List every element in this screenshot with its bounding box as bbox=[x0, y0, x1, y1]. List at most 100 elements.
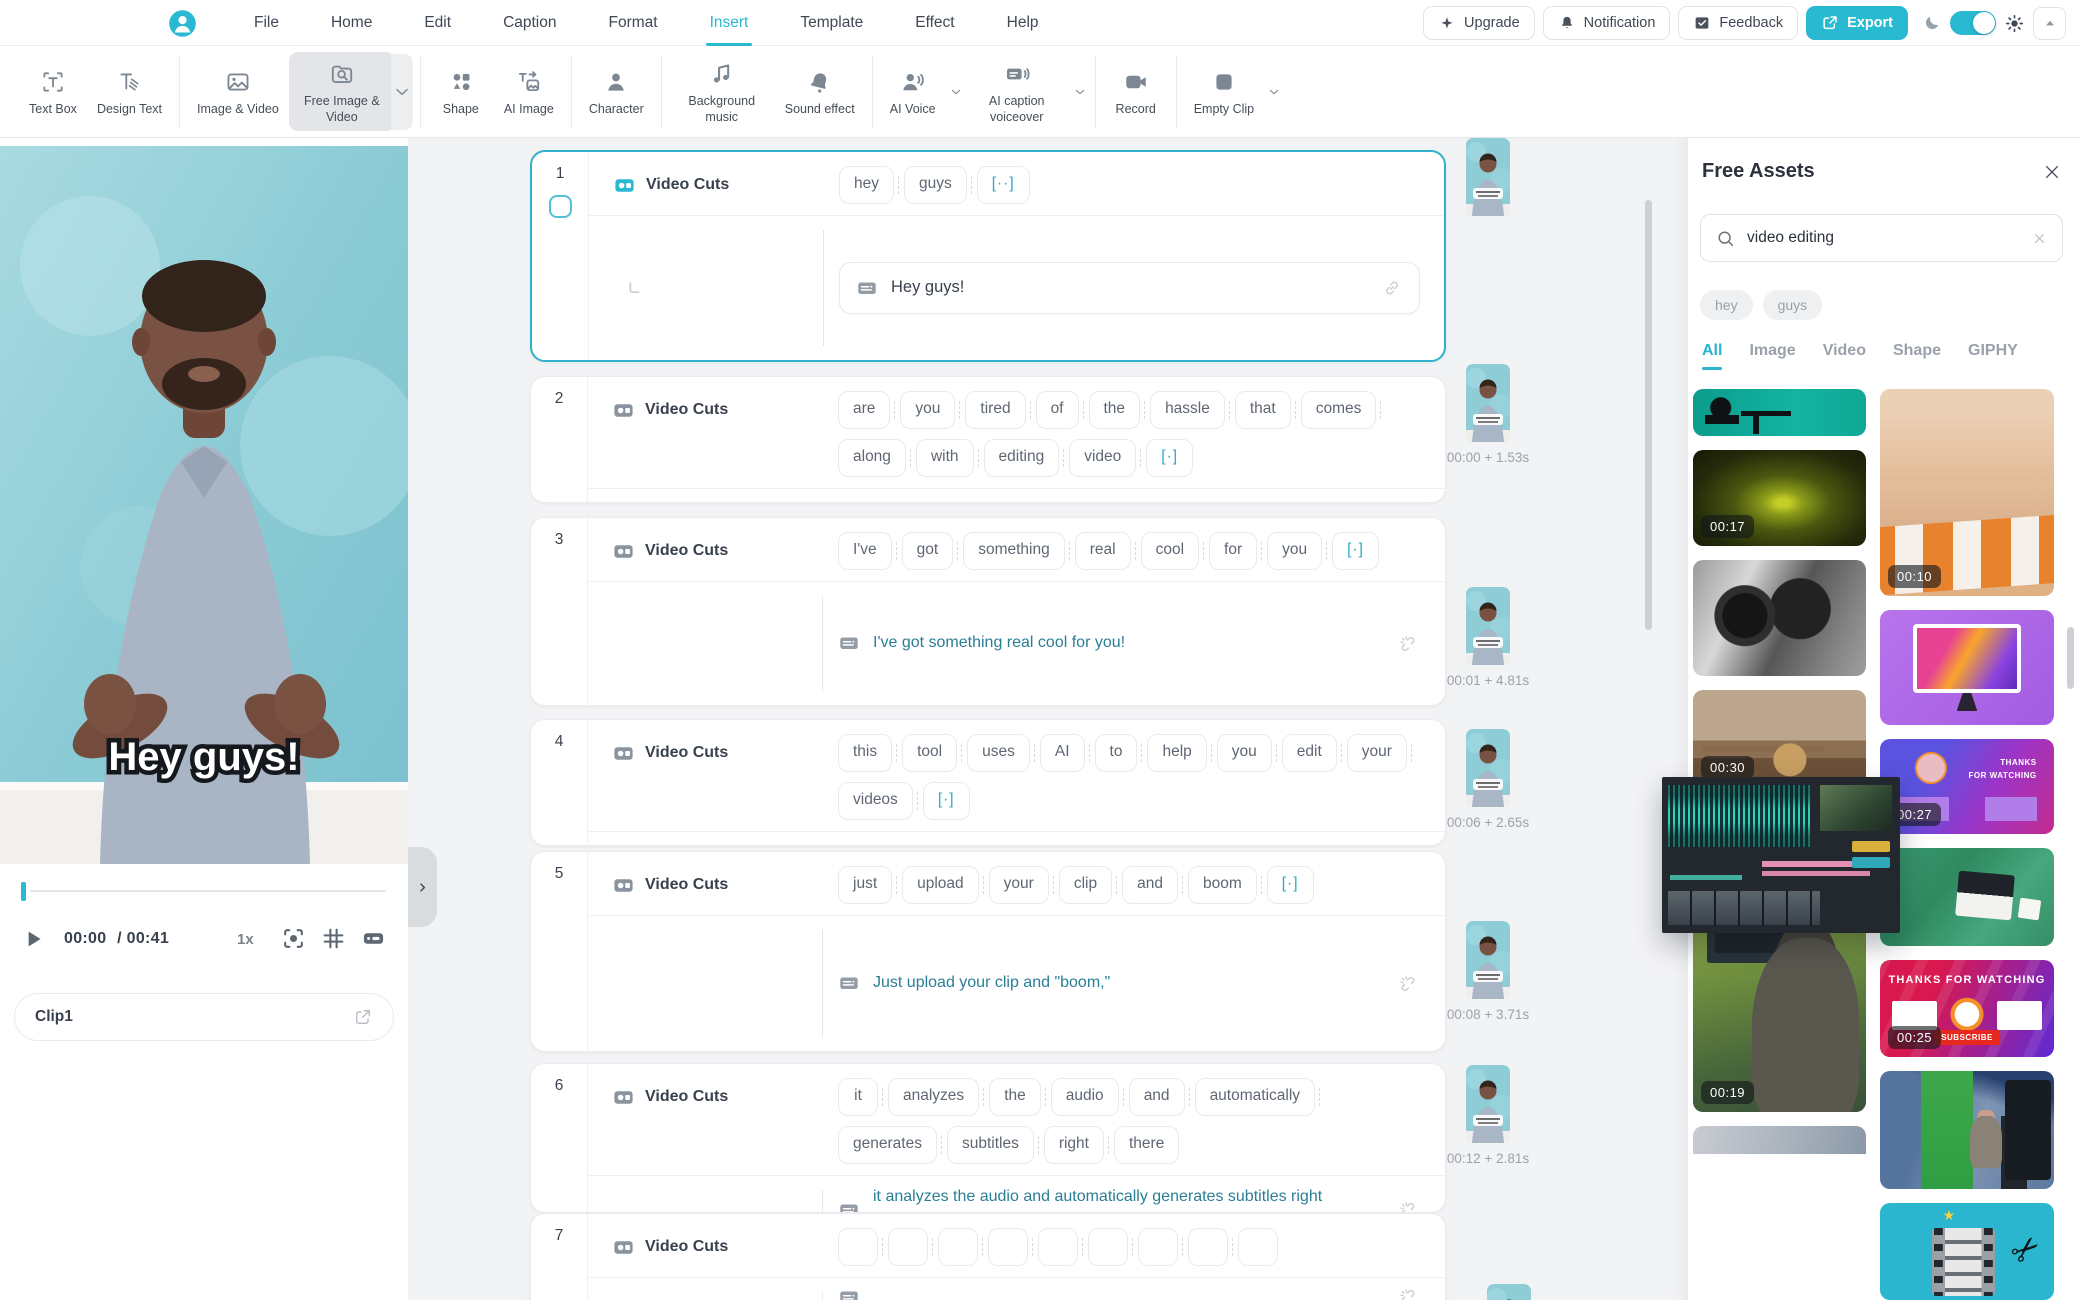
segment-card[interactable]: 3 Video Cuts I've bbox=[530, 517, 1446, 706]
segment-thumbnail[interactable]: 00:06 + 2.65s bbox=[1466, 729, 1510, 807]
word-chip[interactable] bbox=[1188, 1228, 1228, 1266]
caption-box[interactable]: it analyzes the audio and automatically … bbox=[838, 1176, 1421, 1213]
segment-list-scrollbar[interactable] bbox=[1645, 200, 1652, 630]
playhead[interactable] bbox=[21, 882, 26, 901]
word-chip[interactable]: along bbox=[838, 439, 906, 477]
asset-tile[interactable] bbox=[1693, 1126, 1866, 1154]
user-avatar-icon[interactable] bbox=[168, 9, 197, 38]
toolbar-item[interactable]: AI caption voiceover bbox=[964, 52, 1070, 131]
word-chip[interactable]: automatically bbox=[1195, 1078, 1315, 1116]
word-chip[interactable]: it bbox=[838, 1078, 878, 1116]
word-chip[interactable]: generates bbox=[838, 1126, 937, 1164]
word-chip[interactable] bbox=[1038, 1228, 1078, 1266]
toolbar-item[interactable]: Shape bbox=[428, 60, 494, 123]
word-chip[interactable]: are bbox=[838, 391, 890, 429]
word-chip[interactable]: hassle bbox=[1150, 391, 1225, 429]
word-chip[interactable]: you bbox=[1267, 532, 1322, 570]
segment-card[interactable]: 6 Video Cuts it a bbox=[530, 1063, 1446, 1213]
menu-item[interactable]: Help bbox=[981, 0, 1065, 46]
word-chip[interactable]: video bbox=[1069, 439, 1136, 477]
toolbar-item[interactable]: Empty Clip bbox=[1184, 60, 1264, 123]
word-chip[interactable]: upload bbox=[902, 866, 979, 904]
word-chip[interactable]: and bbox=[1122, 866, 1178, 904]
segment-thumbnail[interactable]: 00:12 + 2.81s bbox=[1466, 1065, 1510, 1143]
tag-pill[interactable]: hey bbox=[1700, 290, 1753, 320]
caption-text[interactable]: Just upload your clip and "boom," bbox=[873, 970, 1110, 996]
word-chip[interactable] bbox=[1238, 1228, 1278, 1266]
grid-icon[interactable] bbox=[321, 926, 346, 951]
collapse-toolbar-button[interactable] bbox=[2033, 7, 2066, 40]
panel-collapse-handle[interactable] bbox=[408, 847, 437, 927]
word-chip[interactable]: for bbox=[1209, 532, 1257, 570]
word-chip[interactable]: your bbox=[1347, 734, 1407, 772]
word-chip[interactable]: you bbox=[900, 391, 955, 429]
asset-tab[interactable]: All bbox=[1702, 342, 1722, 370]
word-chip[interactable] bbox=[1088, 1228, 1128, 1266]
upgrade-button[interactable]: Upgrade bbox=[1423, 6, 1535, 40]
word-chip[interactable]: AI bbox=[1040, 734, 1085, 772]
asset-tab[interactable]: Video bbox=[1823, 342, 1866, 370]
toolbar-item[interactable]: Sound effect bbox=[775, 60, 865, 123]
segment-thumbnail[interactable]: 00:15 + 5.42s bbox=[1487, 1284, 1531, 1300]
word-chip[interactable]: that bbox=[1235, 391, 1291, 429]
word-chip[interactable]: just bbox=[838, 866, 892, 904]
asset-tab[interactable]: GIPHY bbox=[1968, 342, 2018, 370]
segment-card[interactable]: 5 Video Cuts just bbox=[530, 851, 1446, 1052]
word-chip[interactable]: something bbox=[963, 532, 1065, 570]
segment-card[interactable]: 4 Video Cuts this bbox=[530, 719, 1446, 846]
theme-toggle[interactable] bbox=[1950, 11, 1996, 35]
word-chip[interactable]: got bbox=[902, 532, 954, 570]
chevron-down-icon[interactable] bbox=[1072, 84, 1088, 100]
asset-tile[interactable]: THANKS FOR WATCHING 00:27 bbox=[1880, 739, 2054, 834]
asset-tile[interactable]: THANKS FOR WATCHING SUBSCRIBE 00:25 bbox=[1880, 960, 2054, 1057]
word-chip[interactable]: your bbox=[989, 866, 1049, 904]
word-chip[interactable]: tired bbox=[965, 391, 1025, 429]
word-chip[interactable]: right bbox=[1044, 1126, 1104, 1164]
toolbar-item[interactable]: Background music bbox=[669, 52, 775, 131]
chevron-down-icon[interactable] bbox=[1266, 84, 1282, 100]
word-chip[interactable] bbox=[938, 1228, 978, 1266]
segment-checkbox[interactable] bbox=[549, 195, 572, 218]
feedback-button[interactable]: Feedback bbox=[1678, 6, 1798, 40]
caption-box[interactable]: Just upload your clip and "boom," bbox=[838, 962, 1421, 1004]
word-chip[interactable]: clip bbox=[1059, 866, 1112, 904]
word-chip[interactable]: to bbox=[1095, 734, 1138, 772]
menu-item[interactable]: Template bbox=[774, 0, 889, 46]
word-chip[interactable] bbox=[1138, 1228, 1178, 1266]
toolbar-item[interactable]: AI Image bbox=[494, 60, 564, 123]
word-chip[interactable]: of bbox=[1036, 391, 1079, 429]
toolbar-item[interactable]: Free Image & Video bbox=[289, 52, 395, 131]
asset-tile[interactable]: 00:10 bbox=[1880, 389, 2054, 596]
word-chip[interactable]: [··] bbox=[977, 166, 1030, 204]
word-chip[interactable]: [·] bbox=[1146, 439, 1193, 477]
assets-scrollbar[interactable] bbox=[2067, 627, 2074, 689]
playback-speed[interactable]: 1x bbox=[237, 931, 254, 948]
word-chip[interactable]: guys bbox=[904, 166, 967, 204]
word-chip[interactable]: there bbox=[1114, 1126, 1179, 1164]
menu-item[interactable]: Insert bbox=[684, 0, 775, 46]
word-chip[interactable]: analyzes bbox=[888, 1078, 979, 1116]
word-chip[interactable] bbox=[988, 1228, 1028, 1266]
word-chip[interactable]: hey bbox=[839, 166, 894, 204]
toolbar-item[interactable]: AI Voice bbox=[880, 60, 946, 123]
unlink-icon[interactable] bbox=[1397, 1286, 1419, 1300]
word-chip[interactable]: [·] bbox=[1332, 532, 1379, 570]
menu-item[interactable]: Effect bbox=[889, 0, 980, 46]
caption-box[interactable] bbox=[838, 1278, 1421, 1300]
notification-button[interactable]: Notification bbox=[1543, 6, 1671, 40]
progress-track[interactable] bbox=[30, 890, 386, 892]
word-chip[interactable]: the bbox=[1089, 391, 1141, 429]
word-chip[interactable] bbox=[888, 1228, 928, 1266]
caption-text[interactable]: This tool uses AI to help you edit your … bbox=[873, 840, 1194, 846]
word-chip[interactable]: help bbox=[1147, 734, 1206, 772]
asset-tile[interactable] bbox=[1880, 1071, 2054, 1189]
word-chip[interactable]: and bbox=[1129, 1078, 1185, 1116]
external-link-icon[interactable] bbox=[353, 1007, 373, 1027]
word-chip[interactable]: I've bbox=[838, 532, 892, 570]
word-chip[interactable]: tool bbox=[902, 734, 957, 772]
caption-text[interactable]: Hey guys! bbox=[891, 274, 964, 301]
word-chip[interactable]: subtitles bbox=[947, 1126, 1034, 1164]
word-chip[interactable]: real bbox=[1075, 532, 1131, 570]
toolbar-item[interactable]: Image & Video bbox=[187, 60, 289, 123]
tag-pill[interactable]: guys bbox=[1763, 290, 1823, 320]
